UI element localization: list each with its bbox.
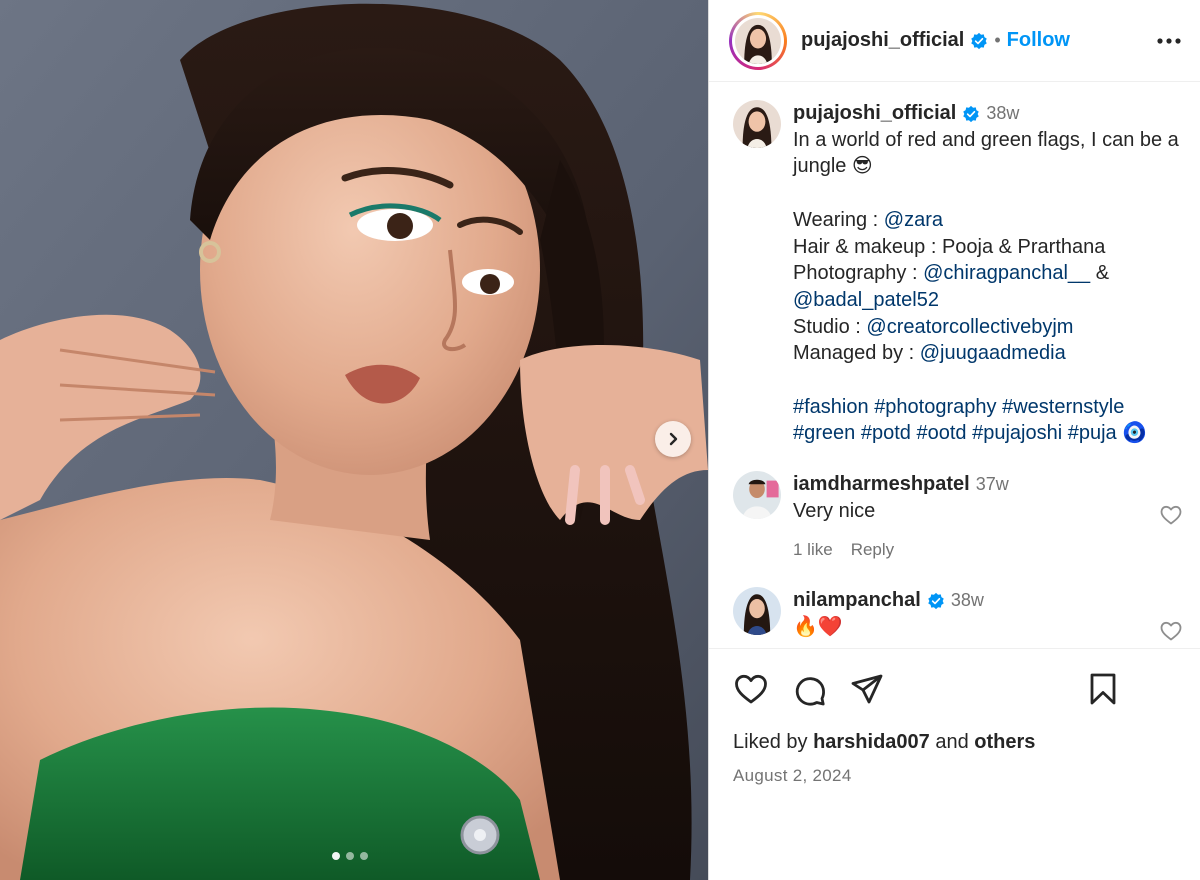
caption-label: Managed by :: [793, 342, 920, 365]
carousel-dot: [332, 852, 340, 860]
comment-item: nilampanchal 38w 🔥❤️: [709, 587, 1200, 643]
comment-time[interactable]: 38w: [951, 590, 984, 610]
comment-likes-count[interactable]: 1 like: [793, 540, 833, 559]
likes-summary: Liked by harshida007 and others: [733, 731, 1177, 754]
caption-label: Studio :: [793, 315, 867, 338]
heart-icon[interactable]: [733, 671, 769, 707]
commenter-avatar[interactable]: [733, 587, 781, 636]
action-bar: [733, 671, 1177, 707]
comment-reply-button[interactable]: Reply: [851, 540, 894, 559]
mention-link[interactable]: @creatorcollectivebyjm: [866, 316, 1073, 338]
hashtag-link[interactable]: #photography: [874, 396, 996, 418]
caption-photography: Photography : @chiragpanchal__ & @badal_…: [793, 260, 1181, 313]
avatar-image: [735, 17, 781, 64]
comment-text: 🔥❤️: [793, 615, 843, 638]
carousel-indicator: [332, 852, 368, 860]
comments-scroll-area[interactable]: pujajoshi_official 38w In a world of red …: [709, 82, 1200, 648]
hashtag-link[interactable]: #westernstyle: [1002, 396, 1124, 418]
chevron-right-icon: [669, 432, 678, 446]
nazar-emoji: 🧿: [1122, 422, 1148, 445]
post-date[interactable]: August 2, 2024: [733, 766, 1177, 786]
follow-button[interactable]: Follow: [1007, 29, 1070, 52]
commenter-avatar[interactable]: [733, 471, 781, 520]
caption-wearing: Wearing : @zara: [793, 207, 1181, 234]
like-comment-heart-icon[interactable]: [1159, 503, 1183, 527]
avatar-image: [733, 471, 781, 520]
caption-managed: Managed by : @juugaadmedia: [793, 340, 1181, 367]
verified-badge-icon: [971, 32, 988, 49]
mention-link[interactable]: @badal_patel52: [793, 289, 939, 311]
post-side-panel: pujajoshi_official • Follow pujajoshi_of…: [708, 0, 1200, 880]
caption: pujajoshi_official 38w In a world of red …: [709, 82, 1200, 447]
comment-body: iamdharmeshpatel 37w Very nice 1 like Repl…: [793, 471, 1133, 563]
comment-body: nilampanchal 38w 🔥❤️: [793, 587, 1133, 640]
liked-by-user-link[interactable]: harshida007: [813, 731, 930, 753]
verified-badge-icon: [963, 105, 980, 122]
mention-link[interactable]: @juugaadmedia: [920, 342, 1066, 364]
share-icon[interactable]: [849, 671, 885, 707]
caption-username[interactable]: pujajoshi_official: [793, 102, 956, 124]
verified-badge-icon: [928, 592, 944, 610]
comment-username[interactable]: nilampanchal: [793, 589, 921, 611]
comment-text: Very nice: [793, 499, 876, 522]
hashtag-link[interactable]: #ootd: [916, 422, 966, 444]
avatar-image: [733, 587, 781, 636]
profile-avatar[interactable]: [729, 11, 787, 70]
caption-label: &: [1090, 262, 1110, 285]
comment-item: iamdharmeshpatel 37w Very nice 1 like Repl…: [709, 471, 1200, 563]
more-options-button[interactable]: [1154, 26, 1184, 56]
mention-link[interactable]: @zara: [884, 209, 943, 231]
post-photo: [0, 0, 708, 880]
liked-by-others-link[interactable]: others: [974, 731, 1035, 753]
caption-avatar[interactable]: [733, 100, 781, 148]
caption-label: Wearing :: [793, 208, 884, 231]
caption-line: In a world of red and green flags, I can…: [793, 128, 1179, 178]
carousel-dot: [346, 852, 354, 860]
post-actions: Liked by harshida007 and others August 2…: [709, 648, 1200, 786]
hashtag-link[interactable]: #puja: [1068, 422, 1117, 444]
hashtag-link[interactable]: #fashion: [793, 396, 869, 418]
likes-label: Liked by: [733, 731, 814, 753]
caption-label: Photography :: [793, 262, 924, 285]
header-separator: •: [994, 30, 1001, 50]
comment-time[interactable]: 37w: [976, 474, 1009, 494]
caption-studio: Studio : @creatorcollectivebyjm: [793, 314, 1181, 341]
bookmark-icon[interactable]: [1085, 671, 1121, 707]
like-comment-heart-icon[interactable]: [1159, 619, 1183, 643]
mention-link[interactable]: @chiragpanchal__: [923, 262, 1090, 284]
carousel-dot: [360, 852, 368, 860]
hashtag-link[interactable]: #green: [793, 422, 855, 444]
comment-username[interactable]: iamdharmeshpatel: [793, 473, 970, 495]
hashtag-link[interactable]: #potd: [861, 422, 911, 444]
caption-hashtags: #fashion #photography #westernstyle #gre…: [793, 394, 1181, 447]
more-options-icon: [1157, 37, 1181, 44]
header-username[interactable]: pujajoshi_official: [801, 29, 964, 52]
caption-hair-makeup: Hair & makeup : Pooja & Prarthana: [793, 235, 1106, 258]
caption-text: pujajoshi_official 38w In a world of red …: [793, 100, 1181, 447]
hashtag-link[interactable]: #pujajoshi: [972, 422, 1062, 444]
portrait-image: [0, 0, 708, 880]
caption-time[interactable]: 38w: [986, 103, 1019, 123]
comment-icon[interactable]: [791, 671, 827, 707]
likes-label: and: [929, 731, 975, 753]
comment-meta: 1 like Reply: [793, 537, 1133, 564]
avatar-image: [733, 100, 781, 148]
post-header: pujajoshi_official • Follow: [709, 0, 1200, 82]
next-slide-button[interactable]: [655, 421, 691, 457]
